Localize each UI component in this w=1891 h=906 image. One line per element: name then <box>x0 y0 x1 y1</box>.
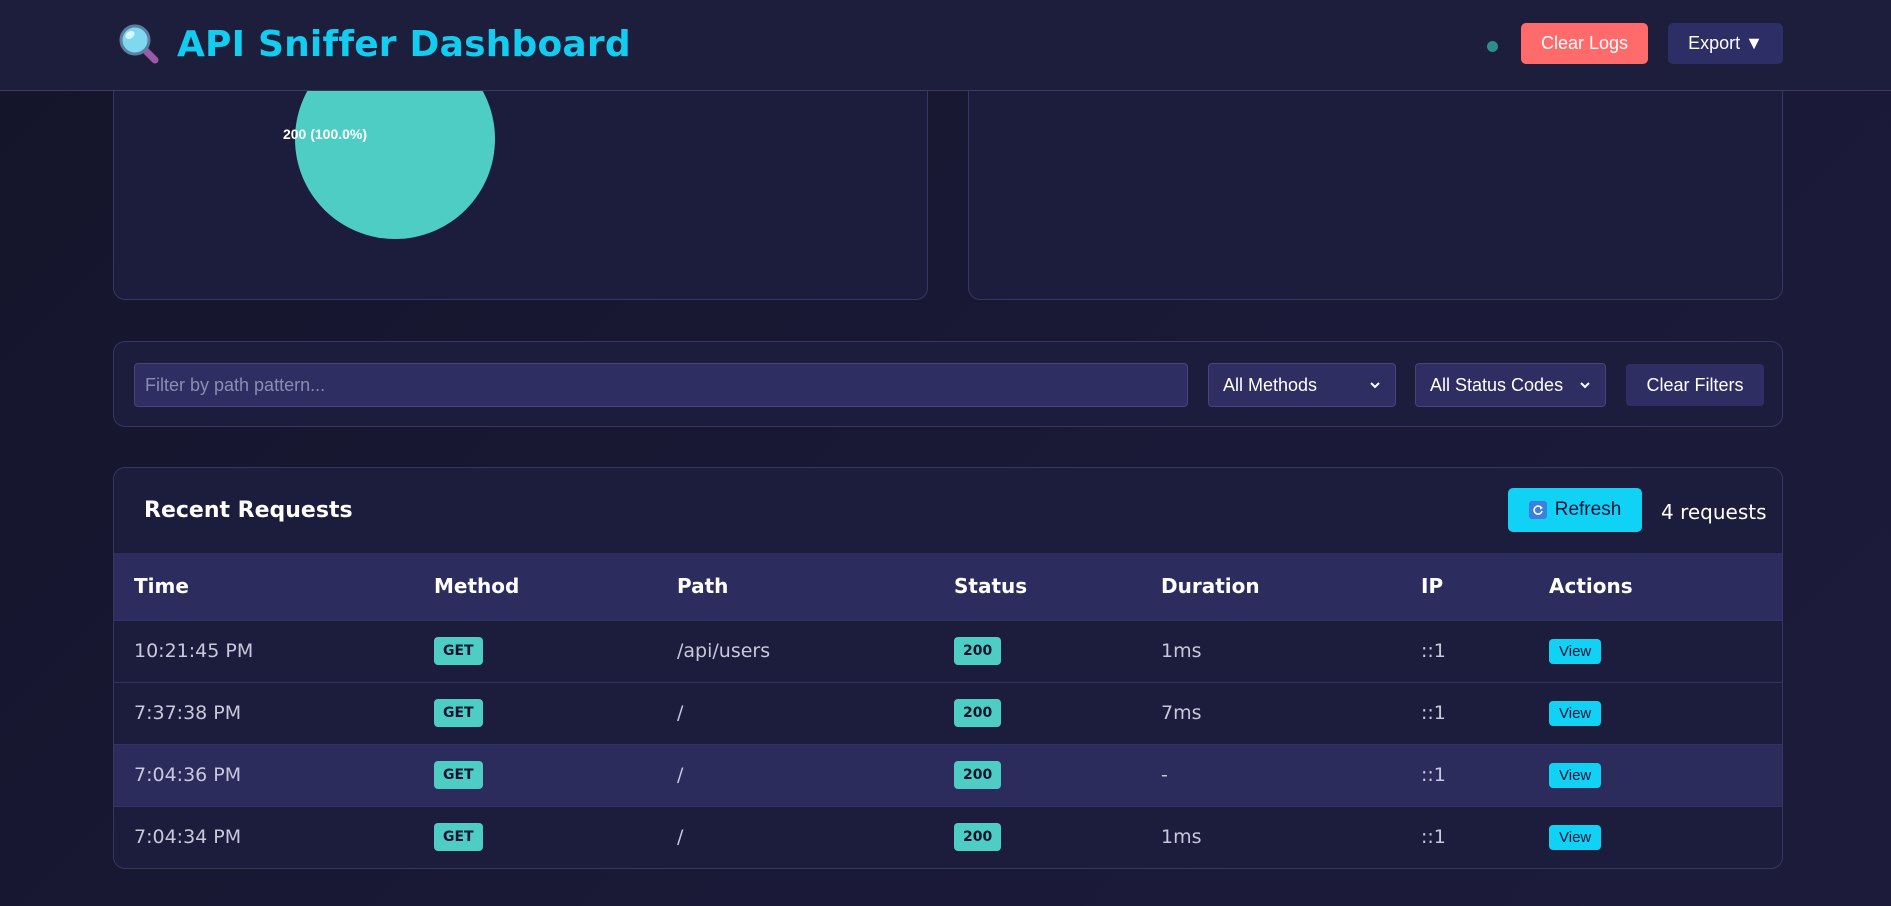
cell-ip: ::1 <box>1421 640 1446 662</box>
cell-time: 10:21:45 PM <box>134 640 254 662</box>
table-row[interactable]: 7:04:34 PM GET / 200 1ms ::1 View <box>114 806 1782 868</box>
status-badge: 200 <box>954 823 1002 852</box>
status-badge: 200 <box>954 637 1002 665</box>
clear-logs-button[interactable]: Clear Logs <box>1521 23 1648 64</box>
cell-duration: - <box>1161 764 1168 786</box>
view-button[interactable]: View <box>1549 824 1602 850</box>
cell-path: /api/users <box>677 640 771 662</box>
request-count: 4 requests <box>1661 500 1767 524</box>
status-badge: 200 <box>954 761 1002 789</box>
export-button[interactable]: Export ▼ <box>1668 23 1783 64</box>
magnifier-icon <box>119 24 159 64</box>
table-header-row: Time Method Path Status Duration IP Acti… <box>114 553 1782 620</box>
method-badge: GET <box>434 637 483 665</box>
clear-filters-button[interactable]: Clear Filters <box>1626 364 1764 406</box>
column-header-time: Time <box>134 574 189 599</box>
table-row[interactable]: 7:37:38 PM GET / 200 7ms ::1 View <box>114 682 1782 744</box>
pie-slice-label: 200 (100.0%) <box>283 126 367 142</box>
cell-ip: ::1 <box>1421 764 1446 786</box>
requests-table: Time Method Path Status Duration IP Acti… <box>114 553 1782 868</box>
cell-duration: 7ms <box>1161 702 1202 724</box>
method-select-value: All Methods <box>1223 374 1318 395</box>
filter-bar: All Methods All Status Codes Clear Filte… <box>113 341 1783 427</box>
column-header-duration: Duration <box>1161 574 1260 599</box>
cell-ip: ::1 <box>1421 702 1446 724</box>
cell-path: / <box>677 826 684 849</box>
column-header-path: Path <box>677 574 729 599</box>
cell-duration: 1ms <box>1161 640 1202 662</box>
method-badge: GET <box>434 761 483 789</box>
status-select[interactable]: All Status Codes <box>1415 363 1606 407</box>
path-filter-input[interactable] <box>134 363 1188 407</box>
cell-path: / <box>677 702 684 724</box>
method-badge: GET <box>434 823 483 852</box>
view-button[interactable]: View <box>1549 638 1602 664</box>
cell-path: / <box>677 764 684 786</box>
recent-requests-card: Recent Requests Refresh 4 requests Time … <box>113 467 1783 869</box>
table-row[interactable]: 7:04:36 PM GET / 200 - ::1 View <box>114 744 1782 806</box>
cell-time: 7:04:34 PM <box>134 826 242 849</box>
cell-time: 7:04:36 PM <box>134 764 242 786</box>
refresh-icon <box>1528 501 1547 519</box>
status-badge: 200 <box>954 699 1002 727</box>
column-header-status: Status <box>954 574 1028 599</box>
refresh-label: Refresh <box>1554 499 1622 520</box>
method-badge: GET <box>434 699 483 727</box>
view-button[interactable]: View <box>1549 762 1602 788</box>
refresh-button[interactable]: Refresh <box>1508 488 1642 532</box>
app-title: API Sniffer Dashboard <box>177 23 631 65</box>
column-header-ip: IP <box>1421 574 1444 599</box>
column-header-actions: Actions <box>1549 574 1633 599</box>
method-select[interactable]: All Methods <box>1208 363 1396 407</box>
column-header-method: Method <box>434 574 520 599</box>
brand: API Sniffer Dashboard <box>117 22 631 66</box>
app-header: API Sniffer Dashboard Clear Logs Export … <box>0 0 1891 91</box>
cell-ip: ::1 <box>1421 826 1446 849</box>
section-title: Recent Requests <box>144 498 353 523</box>
view-button[interactable]: View <box>1549 700 1602 726</box>
table-row[interactable]: 10:21:45 PM GET /api/users 200 1ms ::1 V… <box>114 620 1782 682</box>
chevron-down-icon <box>1580 382 1590 389</box>
cell-time: 7:37:38 PM <box>134 702 242 724</box>
connection-status-dot <box>1487 41 1498 52</box>
cell-duration: 1ms <box>1161 826 1202 849</box>
status-select-value: All Status Codes <box>1430 374 1564 395</box>
chevron-down-icon <box>1370 382 1380 389</box>
